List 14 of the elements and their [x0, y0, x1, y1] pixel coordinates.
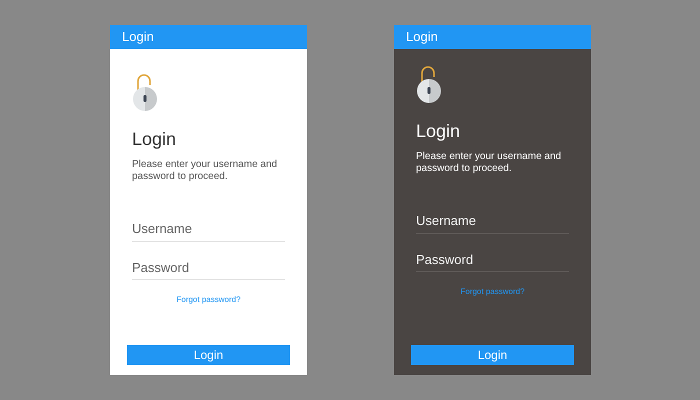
login-heading: Login: [132, 128, 178, 151]
window-title: Login: [122, 28, 154, 46]
instructions-text: Please enter your username and password to proceed.: [132, 159, 278, 183]
password-field[interactable]: Password: [416, 250, 569, 272]
padlock-icon: [416, 65, 442, 103]
padlock-icon: [132, 73, 158, 111]
window-title: Login: [406, 28, 438, 46]
username-field[interactable]: Username: [416, 211, 569, 234]
login-button[interactable]: Login: [127, 345, 290, 365]
instructions-text: Please enter your username and password to proceed.: [416, 151, 562, 175]
login-heading: Login: [416, 120, 462, 143]
forgot-password-link[interactable]: Forgot password?: [460, 286, 525, 298]
forgot-password-link[interactable]: Forgot password?: [176, 294, 241, 306]
login-button[interactable]: Login: [411, 345, 574, 365]
